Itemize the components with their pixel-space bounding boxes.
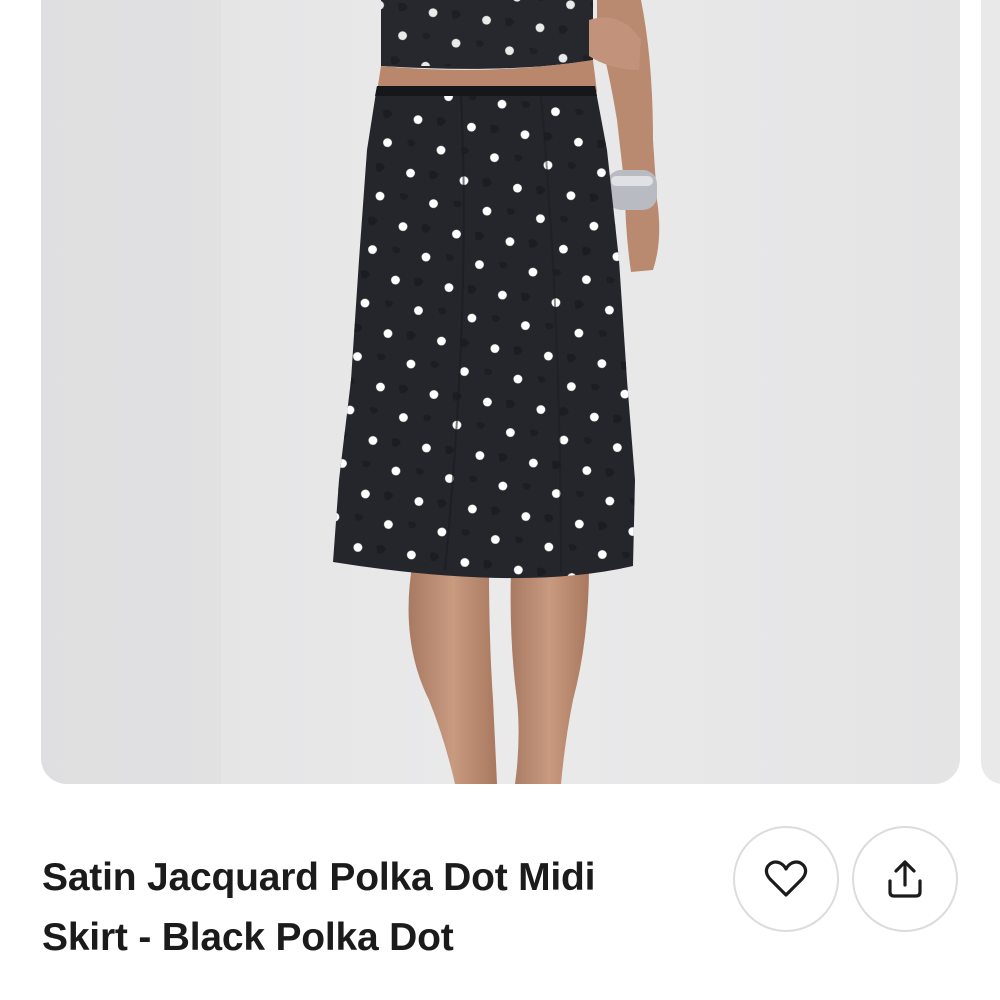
- next-image-peek[interactable]: [981, 0, 1000, 784]
- favorite-button[interactable]: [733, 826, 839, 932]
- share-button[interactable]: [852, 826, 958, 932]
- heart-outline-icon: [764, 859, 808, 899]
- product-page: Satin Jacquard Polka Dot Midi Skirt - Bl…: [0, 0, 1000, 1000]
- share-upload-icon: [885, 859, 925, 899]
- product-image: [41, 0, 960, 784]
- product-image-card[interactable]: [41, 0, 960, 784]
- product-title: Satin Jacquard Polka Dot Midi Skirt - Bl…: [42, 856, 596, 959]
